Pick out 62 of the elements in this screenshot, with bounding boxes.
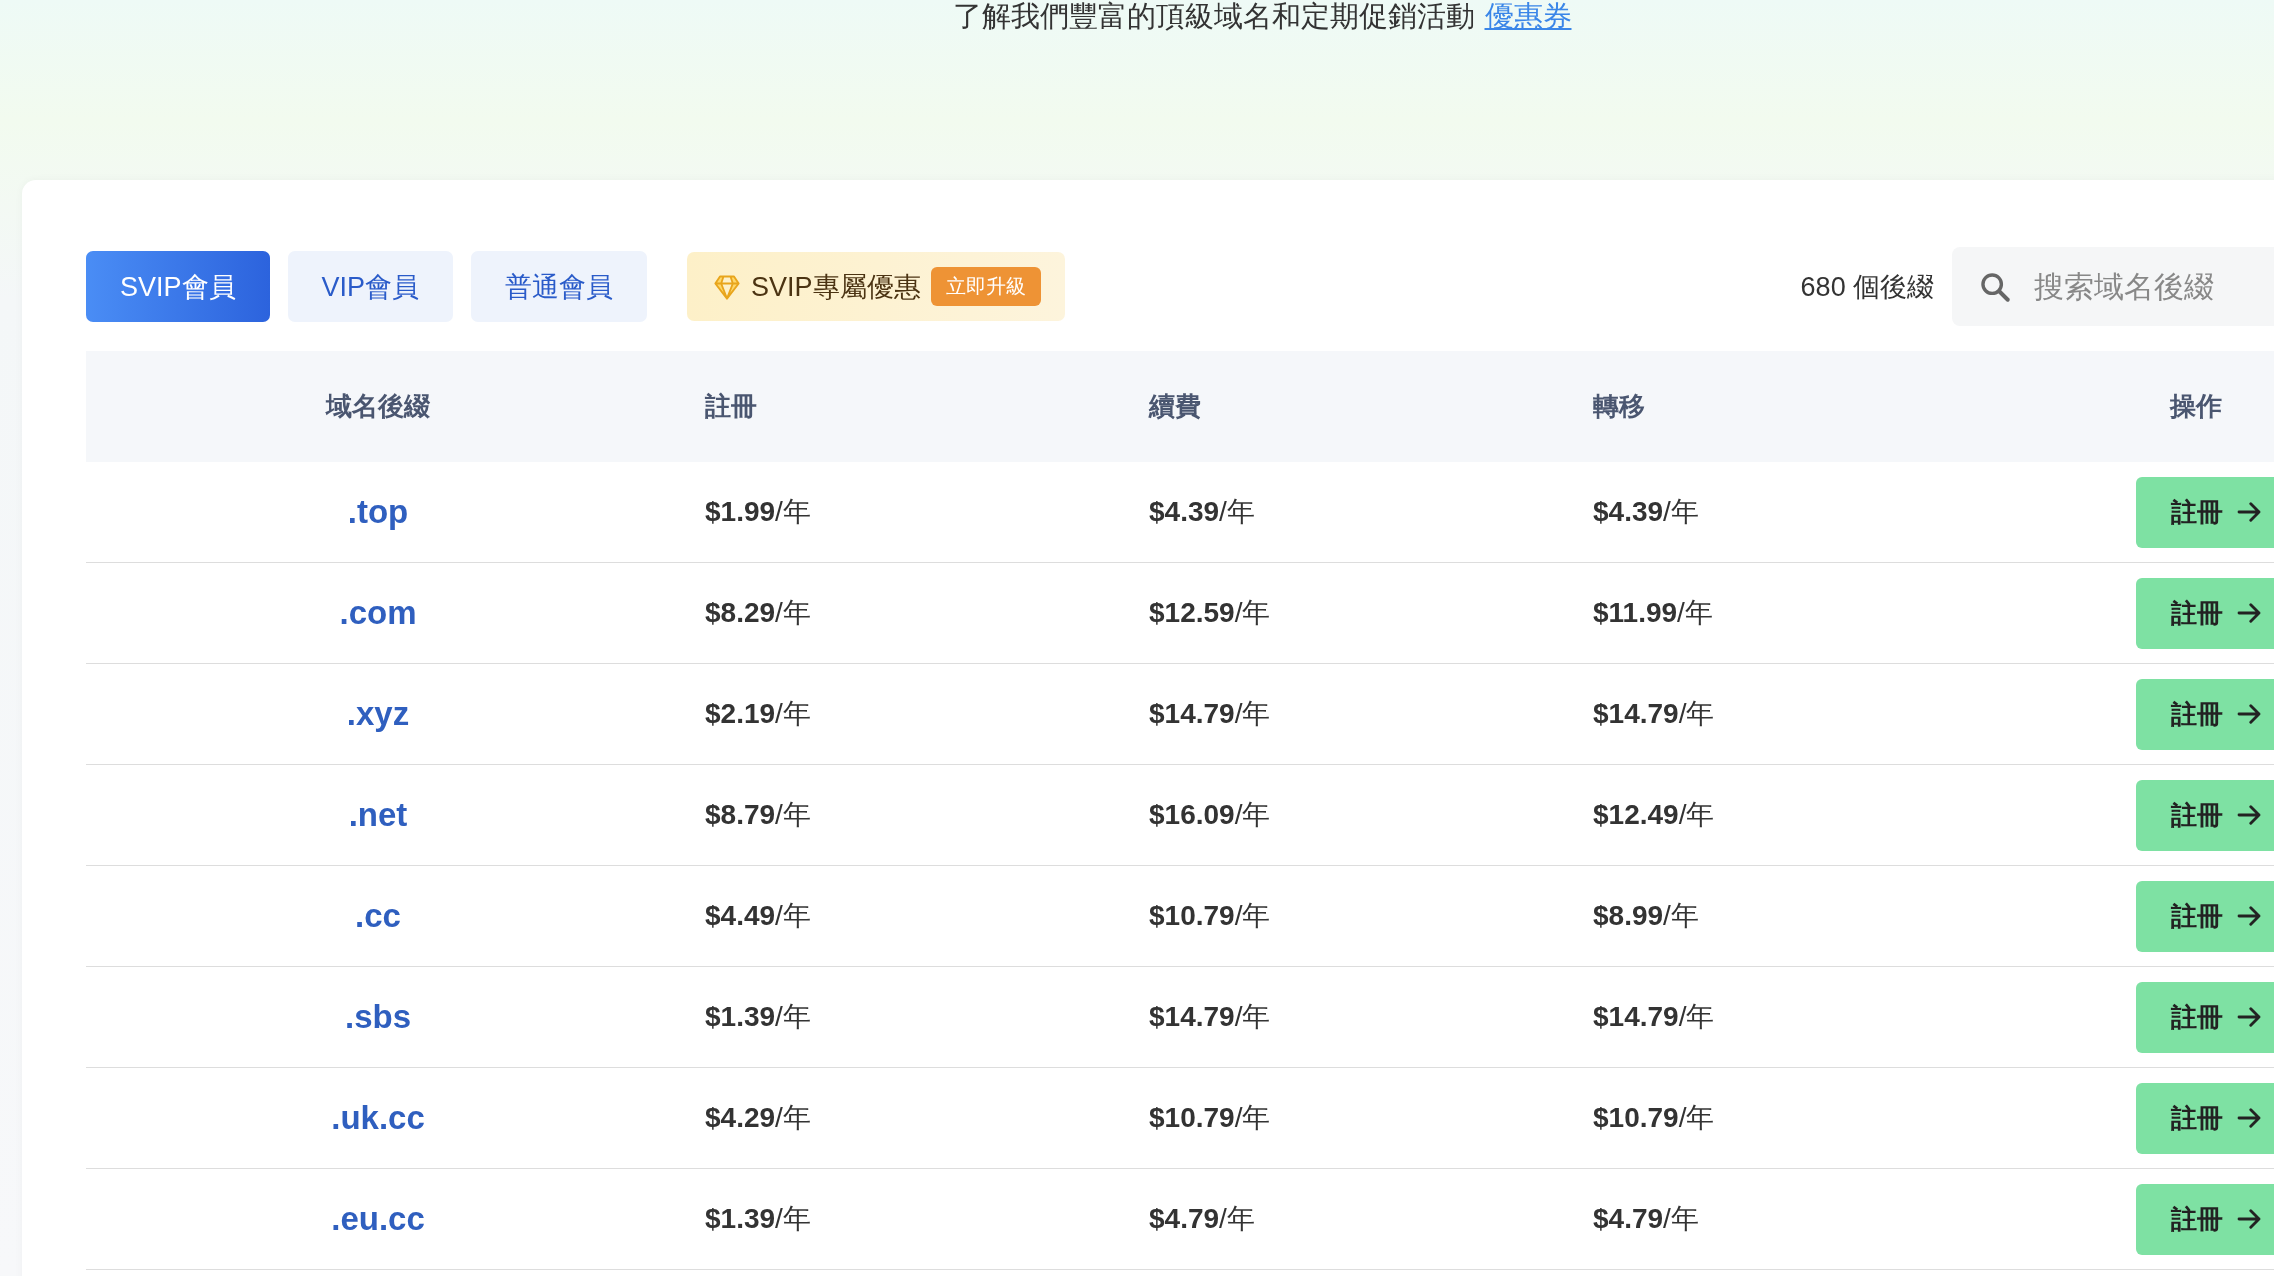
- suffix-count: 680 個後綴: [1800, 270, 1935, 304]
- domain-suffix: .eu.cc: [330, 1200, 426, 1238]
- arrow-right-icon: [2237, 603, 2261, 623]
- register-button[interactable]: 註冊: [2136, 1183, 2274, 1255]
- promo-banner[interactable]: SVIP專屬優惠 立即升級: [687, 252, 1065, 321]
- register-price: $1.39/年: [704, 1202, 812, 1236]
- transfer-price: $4.39/年: [1592, 495, 1700, 529]
- transfer-price: $14.79/年: [1592, 1000, 1716, 1034]
- search-input[interactable]: 搜索域名後綴: [2032, 268, 2274, 305]
- search-field[interactable]: 搜索域名後綴: [1952, 247, 2274, 326]
- domain-suffix: .uk.cc: [330, 1099, 426, 1137]
- promo-label: SVIP專屬優惠: [751, 270, 921, 304]
- membership-tab[interactable]: SVIP會員: [86, 251, 270, 322]
- transfer-price: $8.99/年: [1592, 899, 1700, 933]
- arrow-right-icon: [2237, 805, 2261, 825]
- renew-price: $4.39/年: [1148, 495, 1256, 529]
- renew-price: $14.79/年: [1148, 697, 1272, 731]
- domain-suffix: .net: [347, 796, 409, 834]
- column-header: 域名後綴: [324, 390, 431, 423]
- register-price: $8.79/年: [704, 798, 812, 832]
- intro-text: 了解我們豐富的頂級域名和定期促銷活動: [952, 0, 1475, 32]
- membership-tab[interactable]: VIP會員: [287, 251, 454, 322]
- renew-price: $16.09/年: [1148, 798, 1272, 832]
- domain-suffix: .xyz: [345, 695, 411, 733]
- renew-price: $12.59/年: [1148, 596, 1272, 630]
- register-price: $8.29/年: [704, 596, 812, 630]
- register-price: $4.29/年: [704, 1101, 812, 1135]
- register-button[interactable]: 註冊: [2136, 476, 2274, 548]
- domain-suffix: .cc: [354, 897, 402, 935]
- column-header: 註冊: [704, 390, 758, 423]
- arrow-right-icon: [2237, 1108, 2261, 1128]
- transfer-price: $12.49/年: [1592, 798, 1716, 832]
- renew-price: $10.79/年: [1148, 1101, 1272, 1135]
- register-price: $4.49/年: [704, 899, 812, 933]
- membership-tab[interactable]: 普通會員: [471, 251, 648, 322]
- transfer-price: $14.79/年: [1592, 697, 1716, 731]
- transfer-price: $10.79/年: [1592, 1101, 1716, 1135]
- arrow-right-icon: [2237, 906, 2261, 926]
- register-price: $1.39/年: [704, 1000, 812, 1034]
- transfer-price: $4.79/年: [1592, 1202, 1700, 1236]
- register-button[interactable]: 註冊: [2136, 1082, 2274, 1154]
- column-header: 續費: [1147, 390, 1202, 423]
- domain-suffix: .top: [346, 493, 410, 531]
- transfer-price: $11.99/年: [1592, 596, 1714, 630]
- renew-price: $10.79/年: [1148, 899, 1272, 933]
- register-button[interactable]: 註冊: [2136, 880, 2274, 952]
- column-header: 操作: [2168, 390, 2223, 423]
- register-price: $1.99/年: [704, 495, 812, 529]
- arrow-right-icon: [2237, 704, 2261, 724]
- register-button[interactable]: 註冊: [2136, 779, 2274, 851]
- arrow-right-icon: [2237, 502, 2261, 522]
- register-button[interactable]: 註冊: [2136, 678, 2274, 750]
- register-price: $2.19/年: [704, 697, 812, 731]
- renew-price: $14.79/年: [1148, 1000, 1272, 1034]
- arrow-right-icon: [2237, 1209, 2261, 1229]
- register-button[interactable]: 註冊: [2136, 577, 2274, 649]
- domain-suffix: .sbs: [343, 998, 412, 1036]
- register-button[interactable]: 註冊: [2136, 981, 2274, 1053]
- column-header: 轉移: [1592, 390, 1646, 423]
- arrow-right-icon: [2237, 1007, 2261, 1027]
- renew-price: $4.79/年: [1148, 1202, 1256, 1236]
- domain-suffix: .com: [338, 594, 418, 632]
